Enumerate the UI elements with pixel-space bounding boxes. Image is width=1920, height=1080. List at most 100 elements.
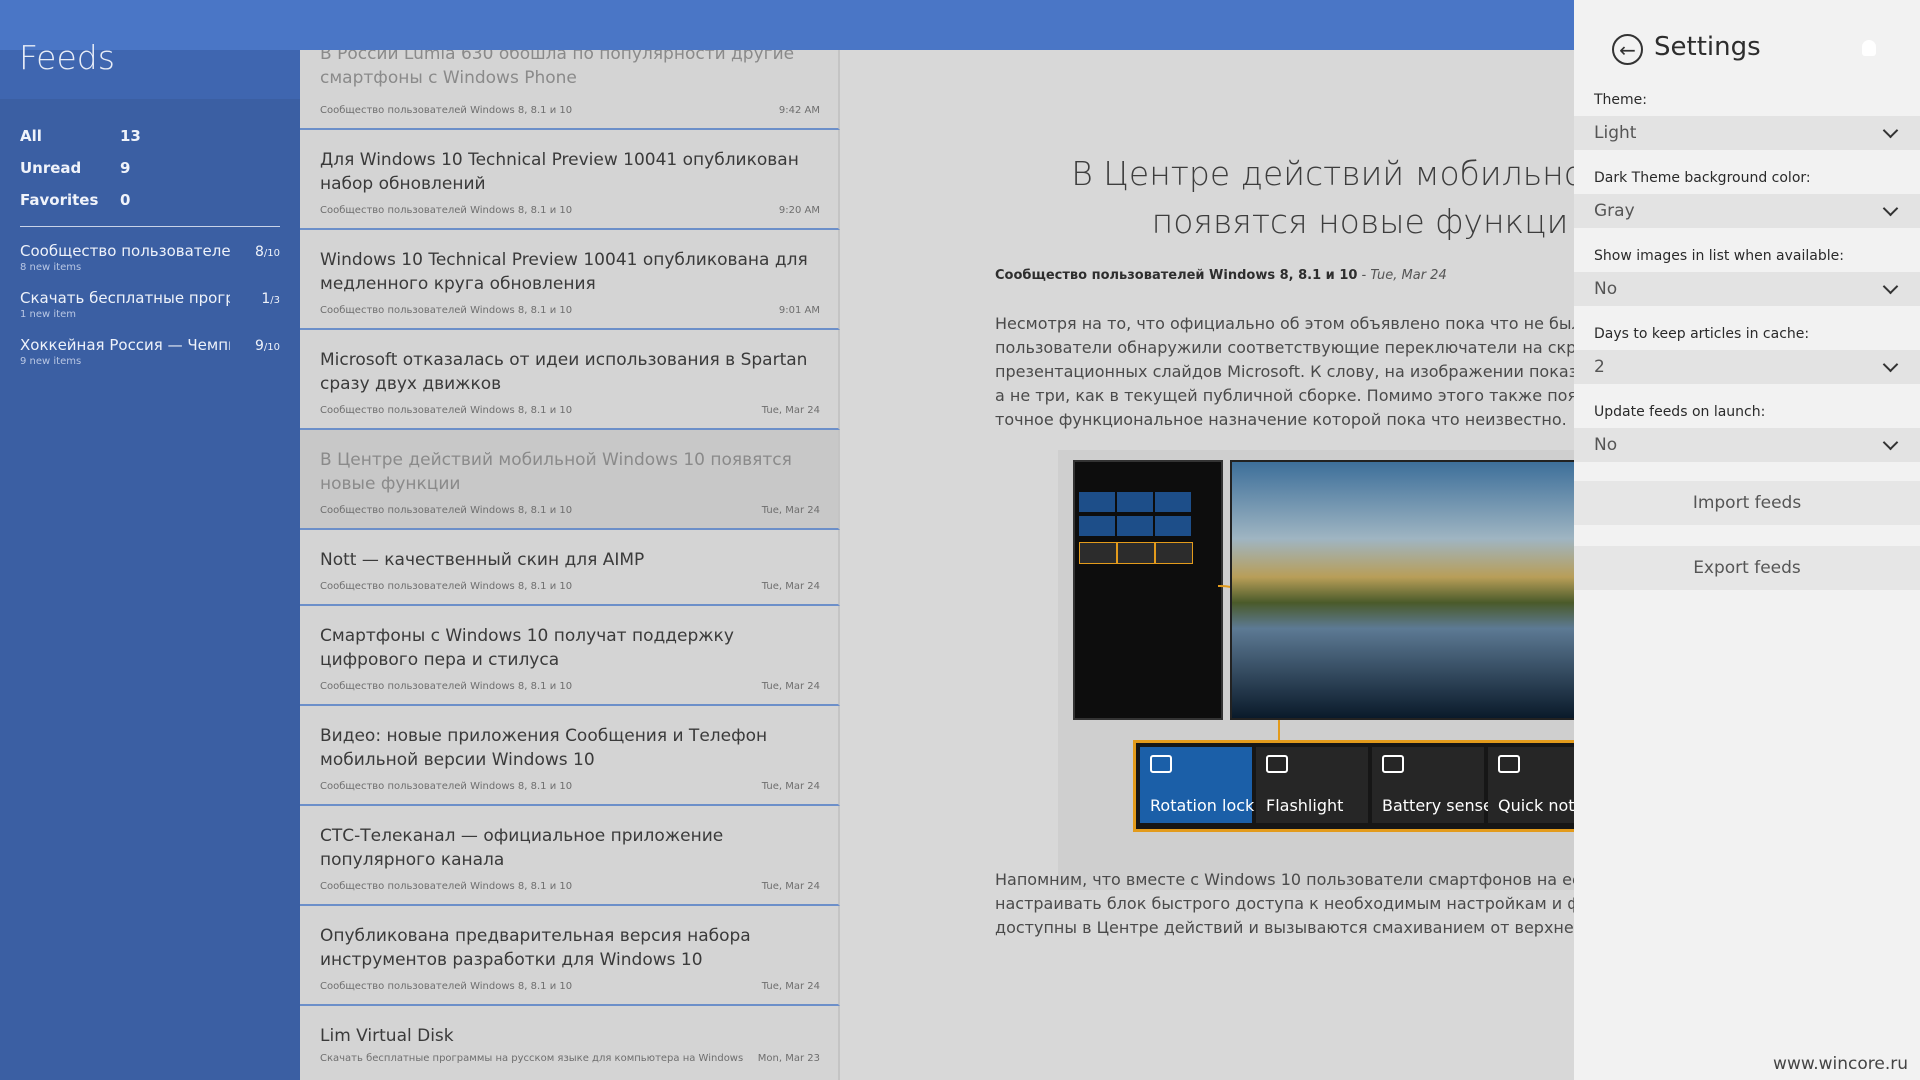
theme-select[interactable]: Light — [1574, 116, 1920, 150]
select-value: No — [1594, 279, 1618, 299]
article-source: Сообщество пользователей Windows 8, 8.1 … — [995, 268, 1358, 283]
list-item[interactable]: Windows 10 Technical Preview 10041 опубл… — [300, 230, 840, 330]
article-source: Сообщество пользователей Windows 8, 8.1 … — [320, 681, 573, 692]
article-source: Сообщество пользователей Windows 8, 8.1 … — [320, 981, 573, 992]
cache-days-select[interactable]: 2 — [1574, 350, 1920, 384]
feed-item[interactable]: Хоккейная Россия — Чемпио... 9/10 9 new … — [20, 336, 280, 383]
feed-count: 8/10 — [254, 244, 280, 260]
article-title: В России Lumia 630 обошла по популярност… — [320, 50, 795, 88]
filter-favorites[interactable]: Favorites 0 — [20, 184, 280, 216]
article-source: Сообщество пользователей Windows 8, 8.1 … — [320, 881, 573, 892]
rotation-lock-tile: Rotation lock — [1140, 747, 1254, 823]
article-list: В России Lumia 630 обошла по популярност… — [300, 50, 840, 1080]
update-on-launch-select[interactable]: No — [1574, 428, 1920, 462]
settings-title: Settings — [1654, 32, 1761, 62]
feed-count: 1/3 — [261, 291, 280, 307]
article-date: 9:20 AM — [778, 205, 820, 216]
battery-sense-tile: Battery sense — [1372, 747, 1493, 823]
article-source: Сообщество пользователей Windows 8, 8.1 … — [320, 205, 573, 216]
article-title: Смартфоны с Windows 10 получат поддержку… — [320, 626, 734, 670]
list-item-selected[interactable]: В Центре действий мобильной Windows 10 п… — [300, 430, 840, 530]
filter-count: 13 — [120, 127, 141, 145]
filter-count: 0 — [120, 191, 131, 209]
show-images-select[interactable]: No — [1574, 272, 1920, 306]
article-meta: Сообщество пользователей Windows 8, 8.1 … — [995, 268, 1447, 283]
article-source: Сообщество пользователей Windows 8, 8.1 … — [320, 305, 573, 316]
filter-list: All 13 Unread 9 Favorites 0 — [20, 120, 280, 216]
article-heading: В Центре действий мобильной W появятся н… — [1071, 154, 1574, 241]
list-item[interactable]: Опубликована предварительная версия набо… — [300, 906, 840, 1006]
dark-bg-select[interactable]: Gray — [1574, 194, 1920, 228]
show-images-label: Show images in list when available: — [1594, 248, 1844, 264]
flashlight-tile: Flashlight — [1256, 747, 1368, 823]
feed-name: Скачать бесплатные програм... — [20, 289, 230, 307]
list-item[interactable]: Microsoft отказалась от идеи использован… — [300, 330, 840, 430]
list-item[interactable]: Lim Virtual Disk Скачать бесплатные прог… — [300, 1006, 840, 1080]
article-paragraph-1: Несмотря на то, что официально об этом о… — [995, 314, 1574, 429]
filter-name: Unread — [20, 159, 82, 177]
feeds-sidebar: Feeds All 13 Unread 9 Favorites 0 Сообще… — [0, 38, 300, 1080]
article-date: 9:42 AM — [778, 105, 820, 116]
dark-bg-label: Dark Theme background color: — [1594, 170, 1811, 186]
article-source: Сообщество пользователей Windows 8, 8.1 … — [320, 505, 573, 516]
filter-name: Favorites — [20, 191, 99, 209]
import-feeds-button[interactable]: Import feeds — [1574, 481, 1920, 525]
feed-count: 9/10 — [254, 338, 280, 354]
rotation-lock-icon — [1150, 755, 1172, 773]
quick-actions-callout: Rotation lock Flashlight Battery sense Q… — [1133, 740, 1574, 832]
list-item[interactable]: Для Windows 10 Technical Preview 10041 о… — [300, 130, 840, 230]
select-value: Light — [1594, 123, 1637, 143]
feed-list: Сообщество пользователей... 8/10 8 new i… — [20, 242, 280, 383]
app-icon — [1862, 40, 1876, 56]
export-feeds-button[interactable]: Export feeds — [1574, 546, 1920, 590]
flashlight-icon — [1266, 755, 1288, 773]
select-value: 2 — [1594, 357, 1605, 377]
theme-label: Theme: — [1594, 92, 1648, 108]
article-date: Tue, Mar 24 — [761, 405, 820, 416]
feed-name: Сообщество пользователей... — [20, 242, 230, 260]
chevron-down-icon — [1882, 200, 1899, 217]
article-date: Tue, Mar 24 — [761, 505, 820, 516]
article-title: СТС-Телеканал — официальное приложение п… — [320, 826, 724, 870]
feed-item[interactable]: Сообщество пользователей... 8/10 8 new i… — [20, 242, 280, 289]
cache-days-label: Days to keep articles in cache: — [1594, 326, 1810, 342]
article-source: Сообщество пользователей Windows 8, 8.1 … — [320, 581, 573, 592]
article-source: Сообщество пользователей Windows 8, 8.1 … — [320, 105, 573, 116]
feed-item[interactable]: Скачать бесплатные програм... 1/3 1 new … — [20, 289, 280, 336]
quick-note-tile: Quick not — [1488, 747, 1574, 823]
filter-unread[interactable]: Unread 9 — [20, 152, 280, 184]
app-top-bar — [0, 0, 1574, 50]
chevron-down-icon — [1882, 356, 1899, 373]
list-item[interactable]: В России Lumia 630 обошла по популярност… — [300, 50, 840, 130]
note-icon — [1498, 755, 1520, 773]
article-date: Tue, Mar 24 — [761, 581, 820, 592]
article-date: Tue, Mar 24 — [761, 881, 820, 892]
sidebar-title: Feeds — [19, 38, 115, 77]
back-arrow-icon[interactable]: ← — [1612, 34, 1643, 65]
battery-icon — [1382, 755, 1404, 773]
list-item[interactable]: Смартфоны с Windows 10 получат поддержку… — [300, 606, 840, 706]
filter-count: 9 — [120, 159, 131, 177]
article-title: Nott — качественный скин для AIMP — [320, 550, 645, 570]
list-item[interactable]: СТС-Телеканал — официальное приложение п… — [300, 806, 840, 906]
watermark: www.wincore.ru — [1773, 1054, 1908, 1074]
feed-name: Хоккейная Россия — Чемпио... — [20, 336, 230, 354]
list-item[interactable]: Nott — качественный скин для AIMP Сообще… — [300, 530, 840, 606]
article-title: В Центре действий мобильной Windows 10 п… — [320, 450, 792, 494]
feed-new-items: 9 new items — [20, 356, 82, 367]
article-date: - Tue, Mar 24 — [1357, 268, 1447, 283]
chevron-down-icon — [1882, 278, 1899, 295]
article-source: Сообщество пользователей Windows 8, 8.1 … — [320, 405, 573, 416]
feed-new-items: 1 new item — [20, 309, 76, 320]
article-view: В Центре действий мобильной W появятся н… — [840, 50, 1574, 1080]
article-title: Опубликована предварительная версия набо… — [320, 926, 751, 970]
chevron-down-icon — [1882, 122, 1899, 139]
article-title: Видео: новые приложения Сообщения и Теле… — [320, 726, 768, 770]
article-source: Сообщество пользователей Windows 8, 8.1 … — [320, 781, 573, 792]
filter-name: All — [20, 127, 42, 145]
sidebar-divider — [20, 226, 280, 227]
article-date: Mon, Mar 23 — [757, 1053, 820, 1064]
list-item[interactable]: Видео: новые приложения Сообщения и Теле… — [300, 706, 840, 806]
chevron-down-icon — [1882, 434, 1899, 451]
filter-all[interactable]: All 13 — [20, 120, 280, 152]
